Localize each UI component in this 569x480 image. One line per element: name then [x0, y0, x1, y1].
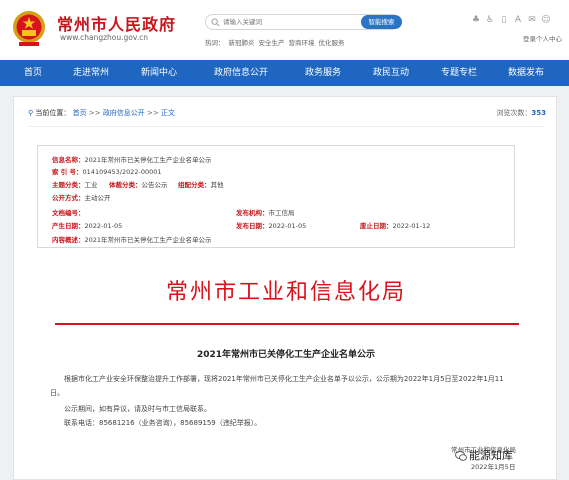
site-header: 常州市人民政府 www.changzhou.gov.cn 智能搜索 热词： 新冠肺…	[0, 0, 569, 60]
info-row-abolish: 废止日期：2022-01-12	[360, 222, 431, 230]
user-icon[interactable]: ☺	[541, 15, 551, 25]
nav-item-about-changzhou[interactable]: 走进常州	[73, 60, 109, 86]
document-title: 2021年常州市已关停化工生产企业名单公示	[196, 350, 376, 360]
wheelchair-icon[interactable]: ♿	[485, 15, 495, 25]
view-count-value: 353	[531, 109, 546, 117]
location-pin-icon: ⚲	[28, 109, 34, 117]
search-icon	[211, 18, 220, 27]
hotword-link[interactable]: 新冠肺炎	[229, 39, 255, 47]
mail-icon[interactable]: ✉	[527, 15, 537, 25]
issuing-org-title: 常州市工业和信息化局	[165, 280, 406, 305]
article-panel: ⚲ 当前位置： 首页 >> 政府信息公开 >> 正文 浏览次数：353 信息名称…	[13, 96, 557, 480]
nav-item-data[interactable]: 数据发布	[508, 60, 544, 86]
nav-item-special[interactable]: 专题专栏	[441, 60, 477, 86]
body-paragraph-1: 根据市化工产业安全环保整治提升工作部署，现将2021年常州市已关停化工生产企业名…	[64, 375, 504, 383]
main-nav: 首页 走进常州 新闻中心 政府信息公开 政务服务 政民互动 专题专栏 数据发布	[0, 60, 569, 86]
hotword-link[interactable]: 优化服务	[319, 39, 345, 47]
font-size-icon[interactable]: A	[513, 15, 523, 25]
smart-search-button[interactable]: 智能搜索	[361, 15, 402, 29]
breadcrumb: ⚲ 当前位置： 首页 >> 政府信息公开 >> 正文	[28, 108, 175, 118]
divider	[28, 126, 544, 127]
site-name[interactable]: 常州市人民政府	[57, 11, 176, 35]
breadcrumb-item-current[interactable]: 正文	[161, 109, 175, 117]
breadcrumb-item-gov-info[interactable]: 政府信息公开	[103, 109, 145, 117]
search-input[interactable]	[223, 16, 343, 28]
body-paragraph-2: 公示期间，如有异议，请及时与市工信局联系。	[64, 405, 211, 413]
info-row-docno: 文档编号：	[52, 209, 85, 217]
mobile-icon[interactable]: ▯	[499, 15, 509, 25]
view-count: 浏览次数：353	[496, 108, 546, 118]
info-row-method: 公开方式：主动公开	[52, 194, 111, 202]
hotword-link[interactable]: 营商环境	[289, 39, 315, 47]
nav-item-news[interactable]: 新闻中心	[141, 60, 177, 86]
info-row-summary: 内容概述：2021年常州市已关停化工生产企业名单公示	[52, 236, 212, 244]
red-header-rule	[55, 323, 519, 325]
info-row-topic: 主题分类：工业	[52, 181, 98, 189]
breadcrumb-item-home[interactable]: 首页	[73, 109, 87, 117]
wechat-icon	[455, 451, 467, 461]
info-row-name: 信息名称：2021年常州市已关停化工生产企业名单公示	[52, 156, 212, 164]
body-paragraph-3: 联系电话：85681216（业务咨询），85689159（违纪举报）。	[64, 419, 262, 427]
login-link[interactable]: 登录个人中心	[523, 33, 562, 43]
breadcrumb-separator: >>	[88, 109, 101, 117]
view-count-label: 浏览次数：	[496, 109, 532, 117]
info-row-genre: 体裁分类：公告公示	[109, 181, 168, 189]
info-row-org: 组配分类：其他	[178, 181, 224, 189]
accessibility-icon[interactable]: ♣	[471, 15, 481, 25]
hotword-link[interactable]: 安全生产	[259, 39, 285, 47]
national-emblem-icon	[13, 11, 45, 46]
info-row-index: 索 引 号：014109453/2022-00001	[52, 168, 162, 176]
nav-item-interaction[interactable]: 政民互动	[373, 60, 409, 86]
hotwords-label: 热词：	[205, 39, 225, 47]
info-row-created: 产生日期：2022-01-05	[52, 222, 123, 230]
breadcrumb-label: 当前位置：	[35, 109, 71, 117]
info-row-published: 发布日期：2022-01-05	[236, 222, 307, 230]
site-url: www.changzhou.gov.cn	[60, 33, 148, 42]
breadcrumb-separator: >>	[147, 109, 159, 117]
watermark-text: 能源知库	[469, 449, 513, 462]
nav-item-home[interactable]: 首页	[24, 60, 42, 86]
nav-item-gov-info[interactable]: 政府信息公开	[214, 60, 268, 86]
top-tool-icons: ♣ ♿ ▯ A ✉ ☺	[471, 15, 551, 25]
hotwords: 热词： 新冠肺炎 安全生产 营商环境 优化服务	[205, 37, 349, 47]
watermark: 能源知库	[455, 447, 513, 463]
info-row-publisher: 发布机构：市工信局	[236, 209, 295, 217]
info-metadata-box: 信息名称：2021年常州市已关停化工生产企业名单公示 索 引 号：0141094…	[37, 145, 515, 248]
body-paragraph-1-cont: 日。	[50, 389, 64, 397]
nav-item-services[interactable]: 政务服务	[305, 60, 341, 86]
